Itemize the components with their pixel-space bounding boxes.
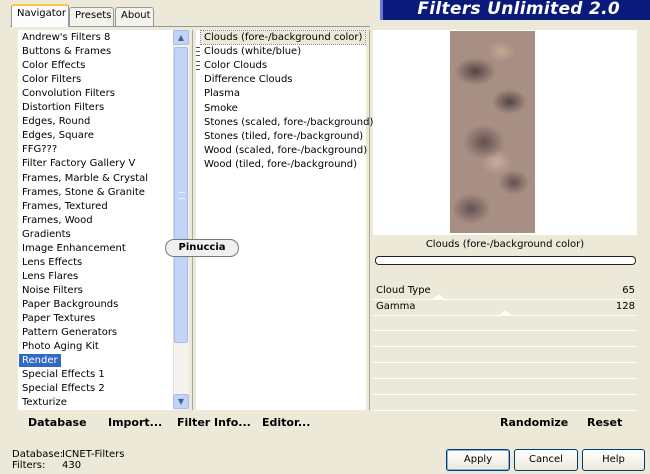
list-item[interactable]: Buttons & Frames bbox=[19, 45, 114, 58]
slider-value: 65 bbox=[622, 285, 635, 296]
list-item[interactable]: Difference Clouds bbox=[201, 73, 296, 86]
divider bbox=[369, 30, 370, 410]
list-item[interactable]: Edges, Round bbox=[19, 115, 93, 128]
list-item[interactable]: Gradients bbox=[19, 228, 74, 241]
status-filters: Filters: 430 bbox=[12, 460, 81, 471]
scroll-up-button[interactable]: ▲ bbox=[173, 30, 189, 45]
apply-button[interactable]: Apply bbox=[446, 449, 510, 471]
slider-label: Cloud Type bbox=[376, 285, 431, 296]
list-item[interactable]: Image Enhancement bbox=[19, 242, 129, 255]
list-item[interactable]: Distortion Filters bbox=[19, 101, 107, 114]
list-item[interactable]: Noise Filters bbox=[19, 284, 86, 297]
slider-label: Gamma bbox=[376, 301, 416, 312]
status-database: Database: ICNET-Filters bbox=[12, 449, 125, 460]
scroll-down-button[interactable]: ▼ bbox=[173, 394, 189, 409]
watermark-badge: Pinuccia bbox=[165, 239, 239, 257]
slider-thumb-icon[interactable] bbox=[433, 294, 445, 299]
slider-value: 128 bbox=[615, 301, 635, 312]
editor-button[interactable]: Editor... bbox=[262, 416, 310, 429]
divider bbox=[192, 30, 193, 410]
filter-info-button[interactable]: Filter Info... bbox=[177, 416, 251, 429]
import-button[interactable]: Import... bbox=[108, 416, 162, 429]
filter-label: Color Clouds bbox=[204, 60, 268, 72]
list-item[interactable]: Stones (scaled, fore-/background) bbox=[201, 116, 376, 129]
slider-cloud-type[interactable]: Cloud Type 65 bbox=[373, 284, 637, 300]
empty-slider-slot bbox=[373, 332, 637, 347]
list-item[interactable]: Wood (tiled, fore-/background) bbox=[201, 158, 360, 171]
status-value: 430 bbox=[62, 460, 82, 471]
empty-slider-slot bbox=[373, 364, 637, 379]
tab-presets[interactable]: Presets bbox=[69, 7, 114, 26]
list-item[interactable]: Clouds (white/blue) bbox=[196, 45, 304, 58]
list-item[interactable]: Filter Factory Gallery V bbox=[19, 157, 138, 170]
list-item[interactable]: Lens Effects bbox=[19, 256, 85, 269]
empty-slider-slot bbox=[373, 380, 637, 395]
help-button[interactable]: Help bbox=[582, 449, 645, 471]
randomize-button[interactable]: Randomize bbox=[500, 416, 568, 429]
list-item[interactable]: Render bbox=[19, 354, 61, 368]
grip-icon bbox=[196, 47, 200, 57]
list-item[interactable]: Texturize bbox=[19, 396, 70, 409]
banner-title: Filters Unlimited 2.0 bbox=[417, 0, 620, 19]
empty-slider-slot bbox=[373, 396, 637, 411]
list-item[interactable]: Stones (tiled, fore-/background) bbox=[201, 130, 366, 143]
list-item[interactable]: Edges, Square bbox=[19, 129, 97, 142]
tab-about[interactable]: About bbox=[115, 7, 154, 26]
list-item[interactable]: Pattern Generators bbox=[19, 326, 120, 339]
list-item[interactable]: Special Effects 2 bbox=[19, 382, 108, 395]
list-item[interactable]: Convolution Filters bbox=[19, 87, 118, 100]
list-item[interactable]: Photo Aging Kit bbox=[19, 340, 102, 353]
list-item[interactable]: Frames, Textured bbox=[19, 200, 111, 213]
grip-icon bbox=[196, 61, 200, 71]
slider-thumb-icon[interactable] bbox=[499, 310, 511, 315]
list-item[interactable]: Frames, Wood bbox=[19, 214, 96, 227]
status-label: Filters: bbox=[12, 460, 46, 471]
scrollbar-thumb[interactable] bbox=[174, 47, 188, 343]
list-item[interactable]: Color Effects bbox=[19, 59, 88, 72]
slider-gamma[interactable]: Gamma 128 bbox=[373, 300, 637, 316]
progress-bar bbox=[375, 256, 636, 265]
tab-navigator[interactable]: Navigator bbox=[11, 4, 69, 27]
list-item[interactable]: Special Effects 1 bbox=[19, 368, 108, 381]
list-item[interactable]: Paper Backgrounds bbox=[19, 298, 121, 311]
list-item[interactable]: Color Filters bbox=[19, 73, 84, 86]
preview-image bbox=[450, 31, 535, 233]
reset-button[interactable]: Reset bbox=[587, 416, 622, 429]
list-item[interactable]: Paper Textures bbox=[19, 312, 98, 325]
list-item[interactable]: Clouds (fore-/background color) bbox=[199, 30, 367, 45]
preview-caption: Clouds (fore-/background color) bbox=[425, 239, 585, 250]
filter-label: Clouds (white/blue) bbox=[204, 46, 302, 58]
empty-slider-slot bbox=[373, 316, 637, 331]
list-item[interactable]: Frames, Stone & Granite bbox=[19, 186, 148, 199]
status-value: ICNET-Filters bbox=[62, 449, 125, 460]
thumb-grip-icon bbox=[179, 192, 185, 199]
list-item[interactable]: Plasma bbox=[201, 87, 243, 100]
list-item[interactable]: Andrew's Filters 8 bbox=[19, 31, 113, 44]
list-item[interactable]: Frames, Marble & Crystal bbox=[19, 172, 151, 185]
database-button[interactable]: Database bbox=[28, 416, 87, 429]
list-item[interactable]: FFG??? bbox=[19, 143, 60, 156]
empty-slider-slot bbox=[373, 348, 637, 363]
title-banner: Filters Unlimited 2.0 bbox=[380, 0, 650, 20]
status-label: Database: bbox=[12, 449, 64, 460]
list-item[interactable]: Color Clouds bbox=[196, 59, 270, 72]
list-item[interactable]: Lens Flares bbox=[19, 270, 81, 283]
list-item[interactable]: Wood (scaled, fore-/background) bbox=[201, 144, 370, 157]
cancel-button[interactable]: Cancel bbox=[514, 449, 578, 471]
list-item[interactable]: Smoke bbox=[201, 102, 241, 115]
